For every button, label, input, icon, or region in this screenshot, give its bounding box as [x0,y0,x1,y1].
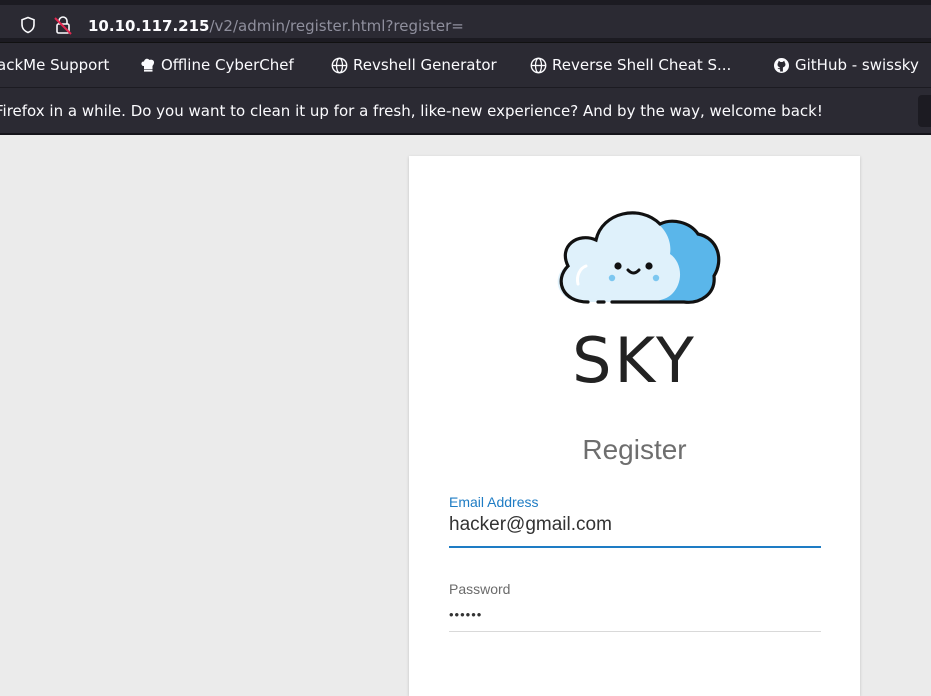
bookmark-label: Revshell Generator [353,56,497,74]
notification-text: Firefox in a while. Do you want to clean… [0,102,823,120]
bookmark-offline-cyberchef[interactable]: Offline CyberChef [140,55,294,75]
bookmarks-bar: ackMe Support Offline CyberChef Revshell… [0,43,931,87]
refresh-notification-bar: Firefox in a while. Do you want to clean… [0,87,931,135]
password-input[interactable] [449,600,821,628]
page-content: SKY Register Email Address Password [0,136,931,696]
bookmark-github-swissky[interactable]: GitHub - swissky [773,55,919,75]
email-label: Email Address [449,494,539,510]
bookmark-label: GitHub - swissky [795,56,919,74]
cloud-logo-icon [557,211,721,304]
bookmark-label: Offline CyberChef [161,56,294,74]
email-input[interactable] [449,511,821,539]
password-field[interactable]: Password [449,580,821,632]
refresh-firefox-button[interactable] [918,95,931,127]
github-icon [774,57,789,73]
password-label: Password [449,581,511,597]
browser-url-bar: 10.10.117.215/v2/admin/register.html?reg… [0,0,931,43]
url-path: /v2/admin/register.html?register= [209,17,464,35]
bookmark-label: ackMe Support [0,56,110,74]
page-title: Register [582,434,687,465]
bookmark-ackme-support[interactable]: ackMe Support [0,55,109,75]
url-text[interactable]: 10.10.117.215/v2/admin/register.html?reg… [88,16,464,36]
globe-icon [331,57,348,73]
shield-icon[interactable] [20,16,36,34]
brand-name: SKY [572,324,697,397]
bookmark-label: Reverse Shell Cheat S... [552,56,732,74]
address-field[interactable]: 10.10.117.215/v2/admin/register.html?reg… [0,5,931,38]
globe-icon [530,57,547,73]
bookmark-revshell-generator[interactable]: Revshell Generator [331,55,497,75]
bookmark-reverse-shell-cheat-sheet[interactable]: Reverse Shell Cheat S... [530,55,731,75]
email-field[interactable]: Email Address [449,493,821,548]
chef-hat-icon [141,58,155,72]
lock-insecure-icon[interactable] [54,15,72,35]
register-card: SKY Register Email Address Password [409,156,860,696]
url-host: 10.10.117.215 [88,17,210,35]
